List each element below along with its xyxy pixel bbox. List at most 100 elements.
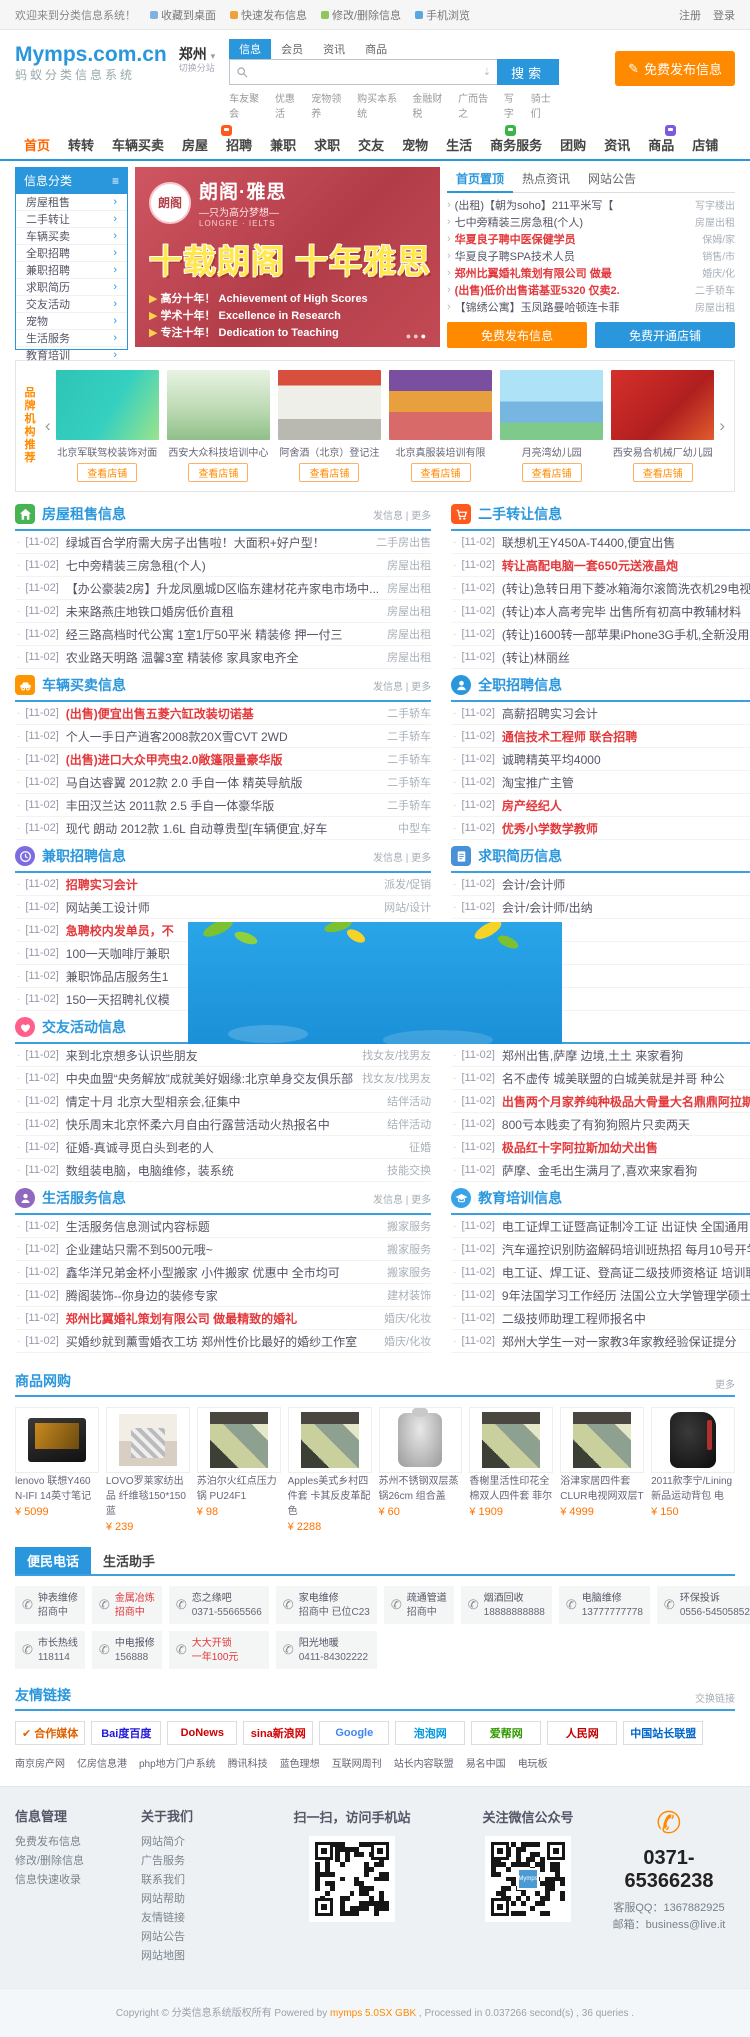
row-title[interactable]: 郑州比翼婚礼策划有限公司 做最精致的婚礼	[66, 1310, 376, 1327]
nav-item[interactable]: 转转	[59, 129, 103, 159]
view-shop-button[interactable]: 查看店铺	[411, 463, 471, 482]
news-item-category[interactable]: 写字楼出	[695, 197, 735, 212]
friend-logo[interactable]: ✔ 合作媒体	[15, 1721, 85, 1745]
sidebar-category-item[interactable]: 房屋租售›	[16, 194, 127, 211]
friend-text-link[interactable]: 南京房产网	[15, 1755, 65, 1770]
brand-card-image[interactable]	[278, 370, 381, 440]
row-title[interactable]: 联想机王Y450A-T4400,便宜出售	[502, 534, 750, 551]
row-title[interactable]: (转让)1600转一部苹果iPhone3G手机,全新没用过	[502, 626, 750, 643]
row-title[interactable]: 优秀小学数学教师	[502, 820, 750, 837]
row-title[interactable]: 房产经纪人	[502, 797, 750, 814]
row-title[interactable]: 生活服务信息测试内容标题	[66, 1218, 379, 1235]
publish-link[interactable]: 发信息	[373, 853, 403, 864]
product-name[interactable]: 苏州不锈钢双层蒸锅26cm 组合盖	[379, 1476, 459, 1502]
topbar-link[interactable]: 修改/删除信息	[321, 7, 401, 23]
row-title[interactable]: 郑州大学生一对一家教3年家教经验保证提分	[502, 1333, 750, 1350]
publish-link[interactable]: 发信息	[373, 1195, 403, 1206]
nav-item[interactable]: 宠物	[393, 129, 437, 159]
news-tab[interactable]: 首页置顶	[447, 167, 513, 193]
phone-card[interactable]: ✆金属冶炼招商中	[92, 1586, 162, 1624]
footer-link[interactable]: 网站简介	[141, 1833, 251, 1852]
footer-link[interactable]: 网站公告	[141, 1928, 251, 1947]
hot-keyword-link[interactable]: 优惠活	[275, 90, 303, 120]
row-title[interactable]: 诚聘精英平均4000	[502, 751, 750, 768]
friend-logo[interactable]: sina新浪网	[243, 1721, 313, 1745]
footer-link[interactable]: 网站帮助	[141, 1890, 251, 1909]
copyright-brand[interactable]: mymps 5.0SX GBK	[330, 2008, 416, 2019]
friend-logo[interactable]: DoNews	[167, 1721, 237, 1745]
news-item-category[interactable]: 婚庆/化	[702, 265, 735, 280]
row-title[interactable]: 【办公豪装2房】升龙凤凰城D区临东建材花卉家电市场中...	[66, 580, 379, 597]
row-title[interactable]: 800亏本贱卖了有狗狗照片只卖两天	[502, 1116, 750, 1133]
phone-card[interactable]: ✆市长热线118114	[15, 1631, 85, 1669]
row-title[interactable]: 名不虚传 城美联盟的白城美就是并哥 种公	[502, 1070, 750, 1087]
row-title[interactable]: 招聘实习会计	[66, 876, 376, 893]
news-tab[interactable]: 网站公告	[579, 167, 645, 192]
brand-card-image[interactable]	[167, 370, 270, 440]
row-title[interactable]: 二级技师助理工程师报名中	[502, 1310, 750, 1327]
row-title[interactable]: 通信技术工程师 联合招聘	[502, 728, 750, 745]
brand-card-name[interactable]: 月亮湾幼儿园	[500, 444, 603, 459]
search-button[interactable]: 搜索	[497, 59, 559, 85]
row-category[interactable]: 搬家服务	[387, 1264, 431, 1280]
row-title[interactable]: 汽车遥控识别防盗解码培训班热招 每月10号开学	[502, 1241, 750, 1258]
product-image[interactable]	[106, 1407, 190, 1473]
news-item-category[interactable]: 保姆/家	[702, 231, 735, 246]
row-title[interactable]: (出售)便宜出售五菱六缸改装切诺基	[66, 705, 379, 722]
friend-logo[interactable]: 泡泡网	[395, 1721, 465, 1745]
publish-link[interactable]: 发信息	[373, 682, 403, 693]
nav-item[interactable]: 商品	[639, 129, 683, 159]
row-title[interactable]: 郑州出售,萨摩 边境,土土 来家看狗	[502, 1047, 750, 1064]
row-title[interactable]: 出售两个月家养纯种极品大骨量大名鼎鼎阿拉斯加雪橇犬	[502, 1093, 750, 1110]
news-item-title[interactable]: (出售)低价出售诺基亚5320 仅卖2.	[455, 282, 689, 298]
brand-card-image[interactable]	[500, 370, 603, 440]
row-title[interactable]: 马自达睿翼 2012款 2.0 手自一体 精英导航版	[66, 774, 379, 791]
phone-card[interactable]: ✆大大开锁一年100元	[169, 1631, 269, 1669]
hot-keyword-link[interactable]: 车友聚会	[229, 90, 267, 120]
product-name[interactable]: 2011款李宁/Lining新品运动背包 电	[651, 1476, 732, 1502]
news-item-category[interactable]: 二手轿车	[695, 282, 735, 297]
sidebar-category-item[interactable]: 教育培训›	[16, 347, 127, 363]
product-image[interactable]	[469, 1407, 553, 1473]
row-title[interactable]: 淘宝推广主管	[502, 774, 750, 791]
row-category[interactable]: 房屋出租	[387, 649, 431, 665]
phone-card[interactable]: ✆电脑维修13777777778	[559, 1586, 650, 1624]
logo[interactable]: Mymps.com.cn 蚂蚁分类信息系统	[15, 39, 167, 82]
friend-text-link[interactable]: 蓝色理想	[280, 1755, 320, 1770]
main-banner-ad[interactable]: 朗阁 朗阁·雅思 —只为高分梦想— LONGRE · IELTS 十载朗阁 十年…	[135, 167, 440, 347]
news-tab[interactable]: 热点资讯	[513, 167, 579, 192]
news-item-title[interactable]: 【锦绣公寓】玉凤路曼哈顿连卡菲	[455, 299, 689, 315]
nav-item[interactable]: 求职	[305, 129, 349, 159]
friend-text-link[interactable]: 亿房信息港	[77, 1755, 127, 1770]
hot-keyword-link[interactable]: 宠物领养	[311, 90, 349, 120]
search-input[interactable]	[253, 65, 479, 79]
menu-icon[interactable]: ≡	[112, 174, 119, 188]
footer-link[interactable]: 修改/删除信息	[15, 1852, 125, 1871]
row-category[interactable]: 技能交换	[387, 1162, 431, 1178]
nav-item[interactable]: 房屋	[173, 129, 217, 159]
product-image[interactable]	[197, 1407, 281, 1473]
brand-card-image[interactable]	[56, 370, 159, 440]
row-title[interactable]: 鑫华洋兄弟金杯小型搬家 小件搬家 优惠中 全市均可	[66, 1264, 379, 1281]
product-name[interactable]: Apples美式乡村四件套 卡其反皮革配色	[288, 1476, 371, 1517]
open-shop-button[interactable]: 免费开通店铺	[595, 322, 735, 348]
free-publish-button[interactable]: 免费发布信息	[447, 322, 587, 348]
sidebar-category-item[interactable]: 二手转让›	[16, 211, 127, 228]
inline-banner-ad[interactable]	[188, 922, 562, 1044]
row-category[interactable]: 房屋出租	[387, 557, 431, 573]
row-title[interactable]: 9年法国学习工作经历 法国公立大学管理学硕士学位	[502, 1287, 750, 1304]
hot-keyword-link[interactable]: 写字	[504, 90, 523, 120]
brand-card-image[interactable]	[389, 370, 492, 440]
carousel-dots[interactable]: ●●●	[406, 331, 428, 341]
row-category[interactable]: 房屋出租	[387, 603, 431, 619]
nav-item[interactable]: 店铺	[683, 129, 727, 159]
sidebar-category-item[interactable]: 车辆买卖›	[16, 228, 127, 245]
nav-item[interactable]: 生活	[437, 129, 481, 159]
phone-card[interactable]: ✆中电报修156888	[92, 1631, 162, 1669]
sidebar-category-item[interactable]: 求职简历›	[16, 279, 127, 296]
row-category[interactable]: 找女友/找男友	[362, 1047, 431, 1063]
product-image[interactable]	[288, 1407, 372, 1473]
row-title[interactable]: 萨摩、金毛出生满月了,喜欢来家看狗	[502, 1162, 750, 1179]
product-image[interactable]	[560, 1407, 644, 1473]
row-category[interactable]: 二手轿车	[387, 774, 431, 790]
